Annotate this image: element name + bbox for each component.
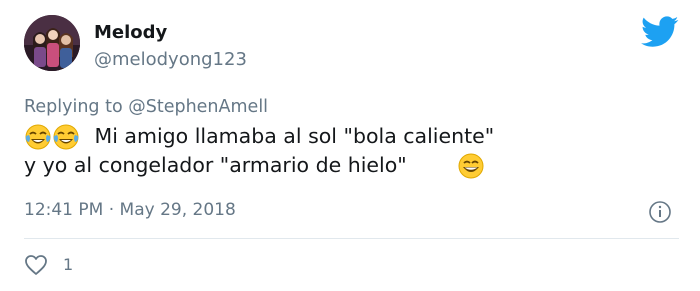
info-icon[interactable] — [648, 200, 672, 224]
tweet-timestamp[interactable]: 12:41 PM · May 29, 2018 — [24, 200, 236, 220]
divider — [24, 238, 679, 239]
tweet-line-2-text: y yo al congelador "armario de hielo" — [24, 153, 407, 177]
display-name[interactable]: Melody — [94, 22, 167, 43]
reply-mention-link[interactable]: @StephenAmell — [128, 97, 268, 117]
twitter-bird-icon[interactable] — [641, 16, 679, 48]
avatar[interactable] — [24, 15, 80, 71]
tweet-text: Mi amigo llamaba al sol "bola caliente" … — [24, 122, 494, 180]
user-handle[interactable]: @melodyong123 — [94, 49, 247, 70]
reply-prefix: Replying to — [24, 97, 129, 117]
grinning-smiling-eyes-emoji — [457, 152, 485, 180]
tweet-line-1: Mi amigo llamaba al sol "bola caliente" — [24, 122, 494, 151]
tweet-line-2: y yo al congelador "armario de hielo" — [24, 151, 494, 180]
avatar-image — [24, 15, 80, 71]
heart-icon[interactable] — [24, 254, 48, 276]
tears-of-joy-emoji — [24, 123, 52, 151]
tweet-line-1-text: Mi amigo llamaba al sol "bola caliente" — [94, 124, 495, 148]
tears-of-joy-emoji — [52, 123, 80, 151]
reply-context: Replying to @StephenAmell — [24, 97, 268, 117]
like-count: 1 — [63, 255, 74, 274]
